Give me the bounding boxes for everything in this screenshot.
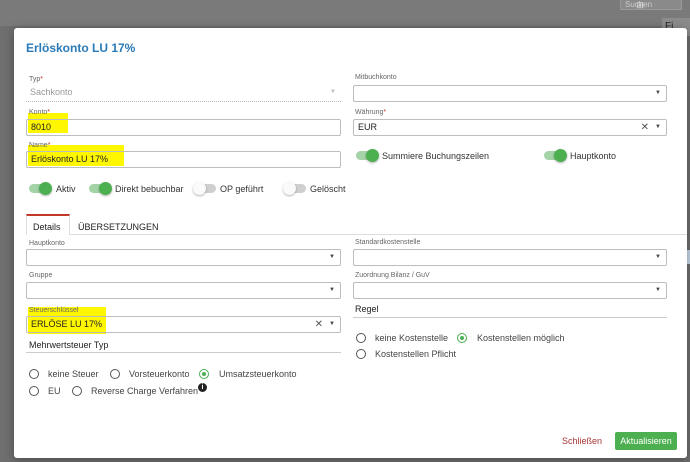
op-gefuehrt-toggle[interactable]: [193, 182, 216, 195]
radio-umsatzsteuerkonto-label: Umsatzsteuerkonto: [219, 369, 297, 379]
konto-input[interactable]: 8010: [26, 119, 341, 136]
radio-kostenstellen-moeglich[interactable]: [457, 333, 467, 343]
hauptkonto-label: Hauptkonto: [570, 151, 617, 161]
summiere-buchungszeilen-toggle[interactable]: [356, 149, 379, 162]
aktiv-label: Aktiv: [56, 184, 76, 194]
close-button[interactable]: Schließen: [562, 436, 602, 446]
radio-kostenstellen-moeglich-label: Kostenstellen möglich: [477, 333, 565, 343]
chevron-down-icon: ▼: [655, 124, 661, 130]
typ-select: Sachkonto ▼: [26, 85, 341, 102]
hauptkonto-select-label: Hauptkonto: [29, 240, 65, 247]
radio-keine-steuer[interactable]: [29, 369, 39, 379]
op-gefuehrt-label: OP geführt: [220, 184, 264, 194]
mwst-divider: [26, 352, 341, 353]
account-dialog: Erlöskonto LU 17% Typ* Sachkonto ▼ Konto*…: [14, 28, 687, 458]
radio-vorsteuerkonto-label: Vorsteuerkonto: [129, 369, 190, 379]
chevron-down-icon: ▼: [329, 254, 335, 260]
geloescht-toggle[interactable]: [283, 182, 306, 195]
radio-vorsteuerkonto[interactable]: [110, 369, 120, 379]
chevron-down-icon: ▼: [655, 254, 661, 260]
standardkostenstelle-select[interactable]: ▼: [353, 249, 667, 266]
background-toolbar: [0, 0, 690, 26]
radio-eu-label: EU: [48, 386, 61, 396]
gruppe-label: Gruppe: [29, 272, 53, 279]
direkt-bebuchbar-label: Direkt bebuchbar: [115, 184, 184, 194]
summiere-buchungszeilen-label: Summiere Buchungszeilen: [382, 151, 490, 161]
name-input[interactable]: Erlöskonto LU 17%: [26, 151, 341, 168]
name-label: Name*: [29, 142, 51, 149]
radio-keine-steuer-label: keine Steuer: [48, 369, 99, 379]
waehrung-label: Währung*: [355, 109, 387, 116]
radio-keine-kostenstelle-label: keine Kostenstelle: [375, 333, 449, 343]
tab-details-label: Details: [33, 222, 61, 232]
background-search-input: Suchen: [620, 0, 682, 10]
radio-eu[interactable]: [29, 386, 39, 396]
chevron-down-icon: ▼: [655, 287, 661, 293]
regel-title: Regel: [355, 304, 379, 314]
tab-divider: [70, 234, 687, 235]
gruppe-select[interactable]: ▼: [26, 282, 341, 299]
zuordnung-label: Zuordnung Bilanz / GuV: [355, 272, 430, 279]
radio-kostenstellen-pflicht[interactable]: [356, 349, 366, 359]
waehrung-select[interactable]: EUR ✕ ▼: [353, 119, 667, 136]
chevron-down-icon: ▼: [329, 287, 335, 293]
hauptkonto-select[interactable]: ▼: [26, 249, 341, 266]
mitbuchkonto-label: Mitbuchkonto: [355, 74, 397, 81]
regel-divider: [353, 317, 667, 318]
steuerschluessel-label: Steuerschlüssel: [29, 307, 79, 314]
geloescht-label: Gelöscht: [310, 184, 346, 194]
dialog-title: Erlöskonto LU 17%: [26, 41, 136, 55]
typ-label: Typ*: [29, 76, 44, 83]
clear-icon[interactable]: ✕: [315, 317, 323, 332]
zuordnung-select[interactable]: ▼: [353, 282, 667, 299]
chevron-down-icon: ▼: [329, 321, 335, 327]
radio-reverse-charge[interactable]: [72, 386, 82, 396]
clear-icon[interactable]: ✕: [641, 120, 649, 135]
update-button[interactable]: Aktualisieren: [615, 432, 677, 450]
direkt-bebuchbar-toggle[interactable]: [89, 182, 112, 195]
standardkostenstelle-label: Standardkostenstelle: [355, 239, 421, 246]
background-grid-icon: ⊞: [636, 0, 644, 10]
mwst-title: Mehrwertsteuer Typ: [29, 340, 109, 350]
radio-reverse-charge-label: Reverse Charge Verfahren: [91, 386, 199, 396]
chevron-down-icon: ▼: [655, 90, 661, 96]
konto-label: Konto*: [29, 109, 51, 116]
radio-kostenstellen-pflicht-label: Kostenstellen Pflicht: [375, 349, 457, 359]
hauptkonto-toggle[interactable]: [544, 149, 567, 162]
radio-keine-kostenstelle[interactable]: [356, 333, 366, 343]
radio-umsatzsteuerkonto[interactable]: [199, 369, 209, 379]
aktiv-toggle[interactable]: [29, 182, 52, 195]
mitbuchkonto-select[interactable]: ▼: [353, 85, 667, 102]
steuerschluessel-select[interactable]: ERLÖSE LU 17% ✕ ▼: [26, 316, 341, 333]
info-icon[interactable]: i: [198, 383, 207, 392]
tab-uebersetzungen[interactable]: ÜBERSETZUNGEN: [78, 222, 159, 232]
